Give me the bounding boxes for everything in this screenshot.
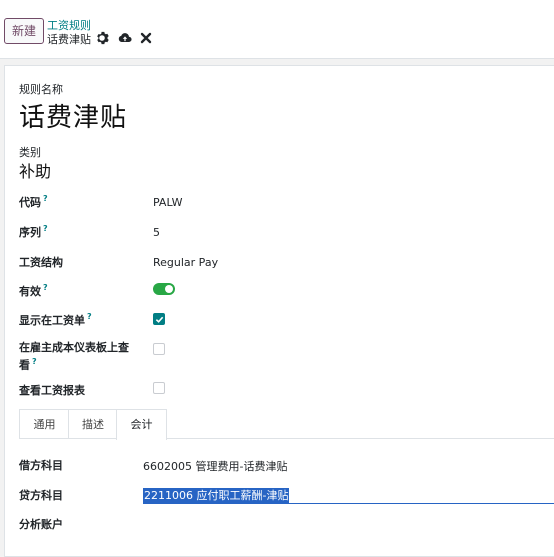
debit-account-field[interactable]: 6602005 管理费用-话费津贴 <box>143 458 287 474</box>
notebook-tabs: 通用 描述 会计 <box>19 409 554 440</box>
code-field[interactable]: PALW <box>153 196 182 209</box>
active-toggle[interactable] <box>153 283 175 295</box>
sequence-label: 序列? <box>19 224 48 239</box>
breadcrumb-current: 话费津贴 <box>47 33 91 46</box>
help-icon[interactable]: ? <box>32 357 37 366</box>
check-icon <box>155 316 164 323</box>
close-icon[interactable] <box>140 32 152 44</box>
new-button[interactable]: 新建 <box>4 18 44 44</box>
tab-accounting[interactable]: 会计 <box>116 409 167 440</box>
rule-name-field[interactable]: 话费津贴 <box>19 97 127 134</box>
gear-icon[interactable] <box>95 31 109 45</box>
credit-account-field[interactable]: 2211006 应付职工薪酬-津贴 <box>143 487 290 503</box>
tab-description[interactable]: 描述 <box>68 409 118 439</box>
structure-label: 工资结构 <box>19 256 63 269</box>
cloud-upload-icon[interactable] <box>118 31 132 45</box>
show-payslip-checkbox[interactable] <box>153 313 165 325</box>
help-icon[interactable]: ? <box>43 224 48 233</box>
sequence-field[interactable]: 5 <box>153 226 160 239</box>
structure-field[interactable]: Regular Pay <box>153 256 218 269</box>
credit-account-underline <box>143 503 554 504</box>
category-field[interactable]: 补助 <box>19 158 51 182</box>
control-panel: 新建 工资规则 话费津贴 <box>0 0 554 59</box>
code-label: 代码? <box>19 194 48 209</box>
employer-cost-label: 在雇主成本仪表板上查 看? <box>19 341 129 372</box>
analytic-account-label: 分析账户 <box>19 518 63 531</box>
help-icon[interactable]: ? <box>43 283 48 292</box>
credit-account-selection: 2211006 应付职工薪酬-津贴 <box>143 488 290 503</box>
form-sheet: 规则名称 话费津贴 类别 补助 代码? PALW 序列? 5 工资结构 Regu… <box>4 65 554 557</box>
show-payslip-label: 显示在工资单? <box>19 312 92 327</box>
help-icon[interactable]: ? <box>87 312 92 321</box>
tab-general[interactable]: 通用 <box>19 409 70 439</box>
credit-account-label: 贷方科目 <box>19 489 63 502</box>
payroll-report-checkbox[interactable] <box>153 382 165 394</box>
rule-name-label: 规则名称 <box>19 83 63 96</box>
payroll-report-label: 查看工资报表 <box>19 384 85 397</box>
employer-cost-checkbox[interactable] <box>153 343 165 355</box>
help-icon[interactable]: ? <box>43 194 48 203</box>
active-label: 有效? <box>19 283 48 298</box>
debit-account-label: 借方科目 <box>19 459 63 472</box>
